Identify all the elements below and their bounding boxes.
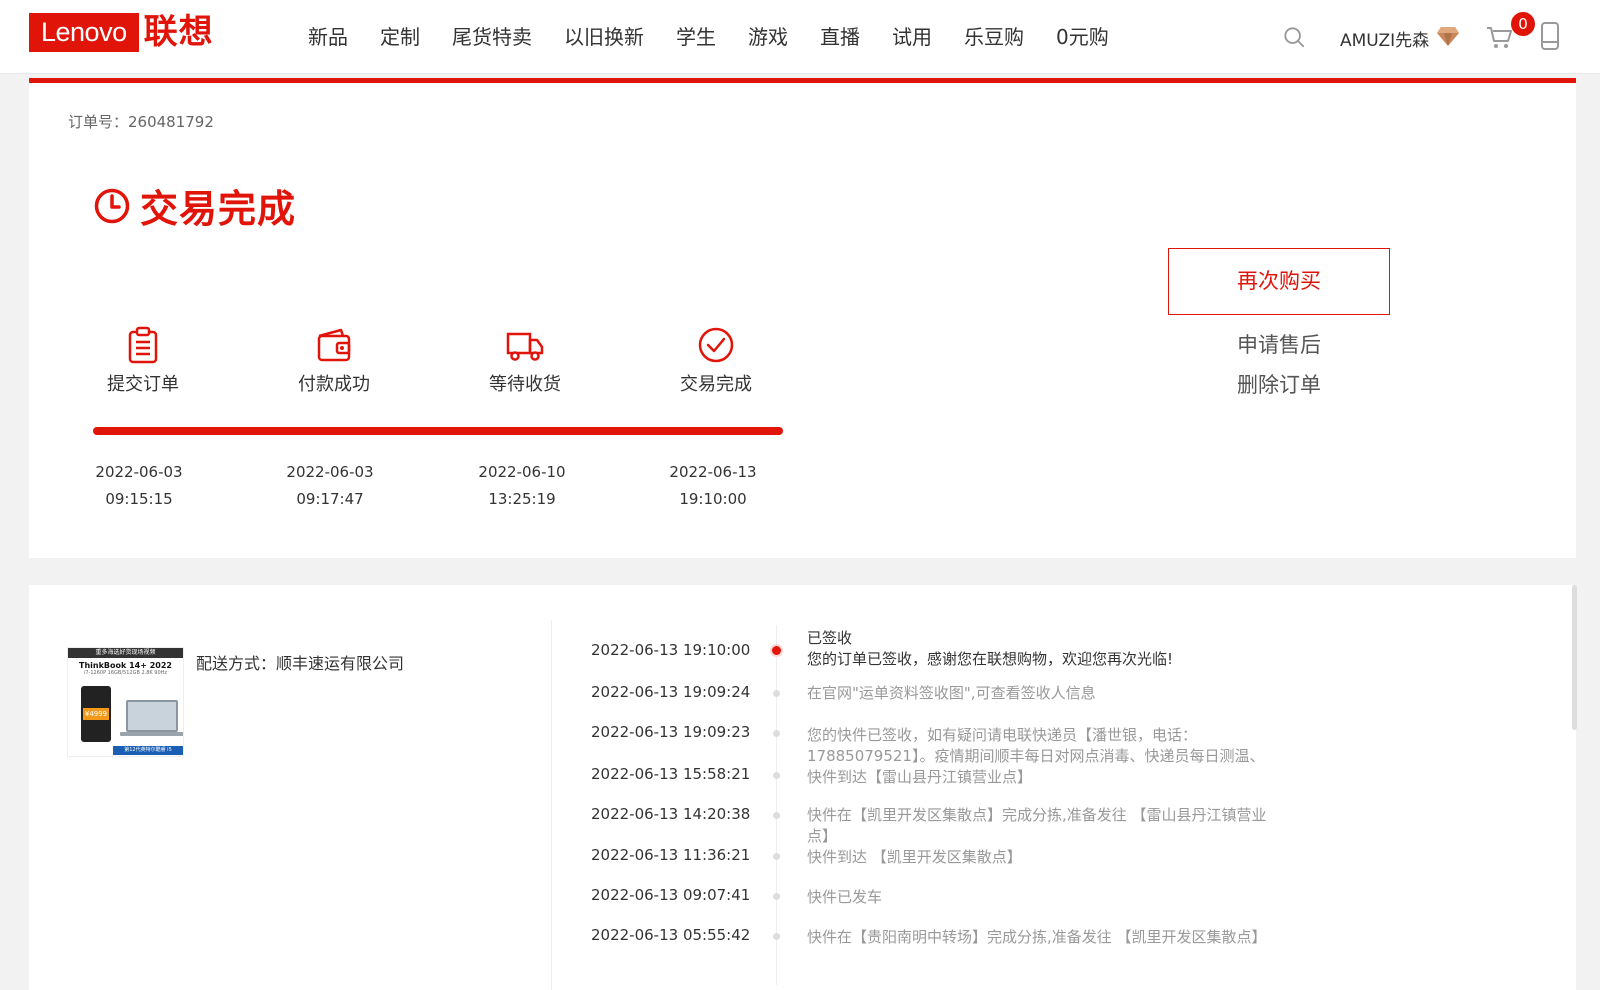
timeline-message: 您的订单已签收，感谢您在联想购物，欢迎您再次光临! — [807, 650, 1174, 668]
laptop-image-base — [120, 732, 183, 736]
step-date: 2022-06-10 — [478, 463, 566, 481]
step-label: 等待收货 — [489, 374, 561, 395]
delete-order-link[interactable]: 删除订单 — [1168, 369, 1390, 399]
nav-item-gaming[interactable]: 游戏 — [748, 22, 788, 52]
wallet-icon — [317, 328, 351, 362]
step-transaction-complete: 交易完成 — [656, 326, 776, 396]
main-nav: 新品 定制 尾货特卖 以旧换新 学生 游戏 直播 试用 乐豆购 0元购 — [308, 22, 1141, 52]
timeline-dot-active — [770, 644, 783, 657]
step-clock: 09:17:47 — [296, 490, 364, 508]
clipboard-icon — [128, 326, 158, 364]
timeline-message: 在官网"运单资料签收图",可查看签收人信息 — [807, 684, 1096, 702]
product-thumbnail[interactable]: 重多海选好货现场视频 ThinkBook 14+ 2022 i7-1260P 1… — [67, 647, 184, 757]
product-image-badge: 第12代英特尔酷睿 i5 — [113, 746, 183, 755]
order-number: 订单号：260481792 — [68, 113, 214, 131]
timeline-time: 2022-06-13 19:10:00 — [591, 641, 751, 659]
nav-item-custom[interactable]: 定制 — [380, 22, 420, 52]
timeline-text: 已签收 您的订单已签收，感谢您在联想购物，欢迎您再次光临! — [807, 628, 1277, 670]
scrollbar[interactable] — [1572, 585, 1577, 990]
step-awaiting-receipt: 等待收货 — [465, 326, 585, 396]
logo-en: Lenovo — [29, 13, 139, 52]
after-sale-link[interactable]: 申请售后 — [1168, 329, 1390, 359]
step-time: 2022-06-03 09:17:47 — [270, 459, 390, 513]
timeline-dot — [773, 812, 780, 819]
step-submit-order: 提交订单 — [83, 326, 203, 396]
lenovo-logo[interactable]: Lenovo 联想 — [29, 13, 214, 52]
order-progress-bar — [93, 427, 783, 435]
timeline-dot — [773, 772, 780, 779]
timeline-time: 2022-06-13 19:09:23 — [591, 723, 751, 741]
step-clock: 09:15:15 — [105, 490, 173, 508]
user-name[interactable]: AMUZI先森 — [1340, 26, 1429, 51]
step-date: 2022-06-13 — [669, 463, 757, 481]
timeline-time: 2022-06-13 14:20:38 — [591, 805, 751, 823]
timeline-time: 2022-06-13 09:07:41 — [591, 886, 751, 904]
timeline-message: 快件到达【雷山县丹江镇营业点】 — [807, 768, 1033, 786]
timeline-time: 2022-06-13 19:09:24 — [591, 683, 751, 701]
timeline-time: 2022-06-13 05:55:42 — [591, 926, 751, 944]
laptop-image — [126, 700, 178, 732]
step-label: 付款成功 — [298, 374, 370, 395]
clock-icon — [94, 188, 130, 223]
order-status-text: 交易完成 — [140, 187, 297, 231]
product-image-title: ThinkBook 14+ 2022 — [79, 661, 172, 670]
step-date: 2022-06-03 — [286, 463, 374, 481]
timeline-time: 2022-06-13 11:36:21 — [591, 846, 751, 864]
timeline-dot — [773, 933, 780, 940]
nav-item-student[interactable]: 学生 — [676, 22, 716, 52]
timeline-line — [776, 625, 777, 985]
nav-item-zero-buy[interactable]: 0元购 — [1056, 22, 1109, 52]
timeline-message: 您的快件已签收，如有疑问请电联快递员【潘世银，电话：17885079521】。疫… — [807, 726, 1265, 765]
timeline-message: 快件已发车 — [807, 888, 883, 906]
timeline-dot — [773, 893, 780, 900]
timeline-dot — [773, 730, 780, 737]
scrollbar-thumb[interactable] — [1572, 585, 1577, 730]
nav-item-live[interactable]: 直播 — [820, 22, 860, 52]
cart-count-badge: 0 — [1511, 12, 1535, 36]
rebuy-button[interactable]: 再次购买 — [1168, 248, 1390, 315]
timeline-message: 快件到达 【凯里开发区集散点】 — [807, 848, 1022, 866]
timeline-status: 已签收 — [807, 629, 853, 647]
step-clock: 19:10:00 — [679, 490, 747, 508]
step-time: 2022-06-13 19:10:00 — [653, 459, 773, 513]
nav-item-clearance[interactable]: 尾货特卖 — [452, 22, 532, 52]
cart-icon[interactable] — [1486, 25, 1512, 49]
product-image-top-text: 重多海选好货现场视频 — [68, 648, 183, 658]
step-payment-success: 付款成功 — [274, 326, 394, 396]
step-time: 2022-06-10 13:25:19 — [462, 459, 582, 513]
timeline-message: 快件在【贵阳南明中转场】完成分拣,准备发往 【凯里开发区集散点】 — [807, 928, 1267, 946]
nav-item-trial[interactable]: 试用 — [892, 22, 932, 52]
step-date: 2022-06-03 — [95, 463, 183, 481]
top-header: Lenovo 联想 新品 定制 尾货特卖 以旧换新 学生 游戏 直播 试用 乐豆… — [0, 0, 1600, 74]
step-label: 提交订单 — [107, 374, 179, 395]
nav-item-trade-in[interactable]: 以旧换新 — [564, 22, 644, 52]
nav-item-new[interactable]: 新品 — [308, 22, 348, 52]
truck-icon — [506, 332, 544, 361]
step-label: 交易完成 — [680, 374, 752, 395]
timeline-dot — [773, 853, 780, 860]
diamond-icon — [1437, 27, 1459, 46]
step-clock: 13:25:19 — [488, 490, 556, 508]
order-status-card: 订单号：260481792 交易完成 提交订单 付款成功 等待收货 交易完成 2… — [29, 78, 1576, 558]
mobile-icon[interactable] — [1540, 22, 1560, 50]
search-icon[interactable] — [1283, 26, 1305, 48]
check-circle-icon — [698, 327, 734, 363]
product-image-price: ¥4999 — [83, 708, 109, 720]
timeline-dot — [773, 690, 780, 697]
timeline-time: 2022-06-13 15:58:21 — [591, 765, 751, 783]
delivery-method: 配送方式：顺丰速运有限公司 — [196, 654, 405, 673]
nav-item-ledou[interactable]: 乐豆购 — [964, 22, 1024, 52]
divider — [551, 620, 552, 990]
order-status-title: 交易完成 — [94, 178, 296, 233]
logo-cn: 联想 — [143, 12, 214, 52]
timeline-message: 快件在【凯里开发区集散点】完成分拣,准备发往 【雷山县丹江镇营业点】 — [807, 806, 1267, 845]
logistics-card: 重多海选好货现场视频 ThinkBook 14+ 2022 i7-1260P 1… — [29, 585, 1577, 990]
product-image-subtitle: i7-1260P 16GB/512GB 2.8K 90Hz — [83, 670, 168, 676]
step-time: 2022-06-03 09:15:15 — [79, 459, 199, 513]
